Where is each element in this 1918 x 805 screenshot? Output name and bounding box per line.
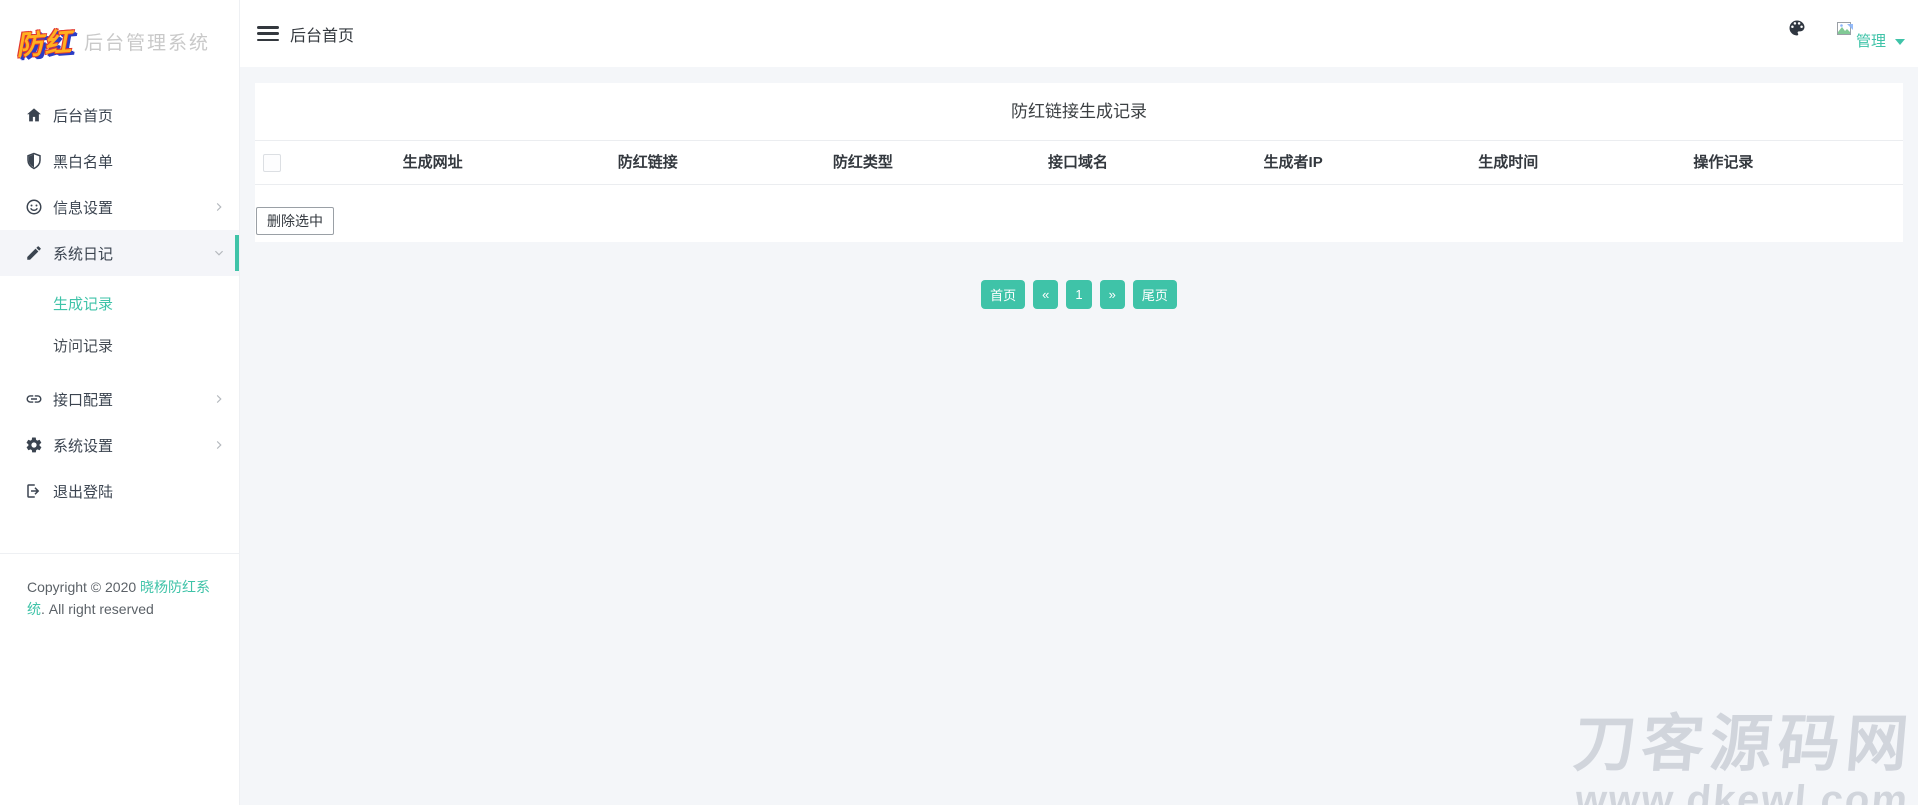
- pagination: 首页 « 1 » 尾页: [255, 280, 1903, 309]
- chevron-down-icon: [1895, 39, 1905, 45]
- column-header: 防红类型: [755, 141, 970, 185]
- table-header-row: 生成网址防红链接防红类型接口域名生成者IP生成时间操作记录: [255, 141, 1903, 185]
- sidebar-item[interactable]: 系统日记: [0, 230, 239, 276]
- theme-palette-icon[interactable]: [1787, 18, 1807, 38]
- shield-icon: [25, 152, 43, 170]
- chevron-right-icon: [213, 439, 225, 451]
- topbar-right: 管理: [1787, 18, 1905, 50]
- sidebar-submenu: 生成记录访问记录: [0, 276, 239, 376]
- delete-selected-button[interactable]: 删除选中: [256, 207, 334, 235]
- brand-title: 后台管理系统: [84, 28, 210, 55]
- breadcrumb: 后台首页: [290, 22, 354, 46]
- panel-title: 防红链接生成记录: [255, 83, 1903, 140]
- sidebar-item[interactable]: 后台首页: [0, 92, 239, 138]
- sidebar-item-label: 系统设置: [53, 435, 213, 456]
- select-all-checkbox[interactable]: [263, 154, 281, 172]
- pagination-page-1-button[interactable]: 1: [1066, 280, 1091, 309]
- main-content: 防红链接生成记录 生成网址防红链接防红类型接口域名生成者IP生成时间操作记录 删…: [240, 67, 1918, 805]
- brand-area: 防红 后台管理系统: [0, 0, 239, 72]
- pagination-first-button[interactable]: 首页: [981, 280, 1025, 309]
- user-name: 管理: [1856, 34, 1886, 50]
- sidebar-subitem[interactable]: 访问记录: [0, 324, 239, 366]
- menu-toggle-icon[interactable]: [257, 26, 279, 41]
- app-logo: 防红: [15, 20, 74, 63]
- logout-icon: [25, 482, 43, 500]
- column-header: 生成者IP: [1186, 141, 1401, 185]
- sidebar-menu: 后台首页黑白名单信息设置系统日记生成记录访问记录接口配置系统设置退出登陆: [0, 92, 239, 514]
- sidebar-item-label: 系统日记: [53, 243, 213, 264]
- column-header: 生成网址: [325, 141, 540, 185]
- sidebar-item[interactable]: 黑白名单: [0, 138, 239, 184]
- gear-icon: [25, 436, 43, 454]
- sidebar-item-label: 接口配置: [53, 389, 213, 410]
- smiley-icon: [25, 198, 43, 216]
- pagination-last-button[interactable]: 尾页: [1133, 280, 1177, 309]
- copyright-prefix: Copyright © 2020: [27, 579, 140, 595]
- sidebar-item[interactable]: 信息设置: [0, 184, 239, 230]
- column-header: 接口域名: [970, 141, 1185, 185]
- chevron-right-icon: [213, 201, 225, 213]
- sidebar-item[interactable]: 接口配置: [0, 376, 239, 422]
- sidebar-subitem[interactable]: 生成记录: [0, 282, 239, 324]
- records-table: 生成网址防红链接防红类型接口域名生成者IP生成时间操作记录: [255, 140, 1903, 185]
- topbar: 后台首页 管理: [240, 0, 1918, 67]
- home-icon: [25, 106, 43, 124]
- sidebar-item[interactable]: 系统设置: [0, 422, 239, 468]
- sidebar: 防红 后台管理系统 后台首页黑白名单信息设置系统日记生成记录访问记录接口配置系统…: [0, 0, 240, 805]
- pagination-prev-button[interactable]: «: [1033, 280, 1058, 309]
- sidebar-item-label: 后台首页: [53, 105, 225, 126]
- pen-icon: [25, 244, 43, 262]
- sidebar-item-label: 退出登陆: [53, 481, 225, 502]
- copyright: Copyright © 2020 晓杨防红系统. All right reser…: [0, 553, 239, 620]
- column-header: 生成时间: [1401, 141, 1616, 185]
- sidebar-item[interactable]: 退出登陆: [0, 468, 239, 514]
- sidebar-item-label: 黑白名单: [53, 151, 225, 172]
- select-all-cell: [255, 141, 325, 185]
- column-header: 防红链接: [540, 141, 755, 185]
- copyright-suffix: . All right reserved: [41, 601, 154, 617]
- column-header: 操作记录: [1616, 141, 1831, 185]
- broken-avatar-icon: [1837, 22, 1854, 38]
- chevron-right-icon: [213, 393, 225, 405]
- link-icon: [25, 390, 43, 408]
- sidebar-item-label: 信息设置: [53, 197, 213, 218]
- pagination-next-button[interactable]: »: [1100, 280, 1125, 309]
- chevron-down-icon: [213, 247, 225, 259]
- user-dropdown[interactable]: 管理: [1837, 34, 1905, 50]
- panel-toolbar: 删除选中: [255, 185, 1903, 242]
- column-spacer: [1831, 141, 1903, 185]
- records-panel: 防红链接生成记录 生成网址防红链接防红类型接口域名生成者IP生成时间操作记录 删…: [255, 83, 1903, 242]
